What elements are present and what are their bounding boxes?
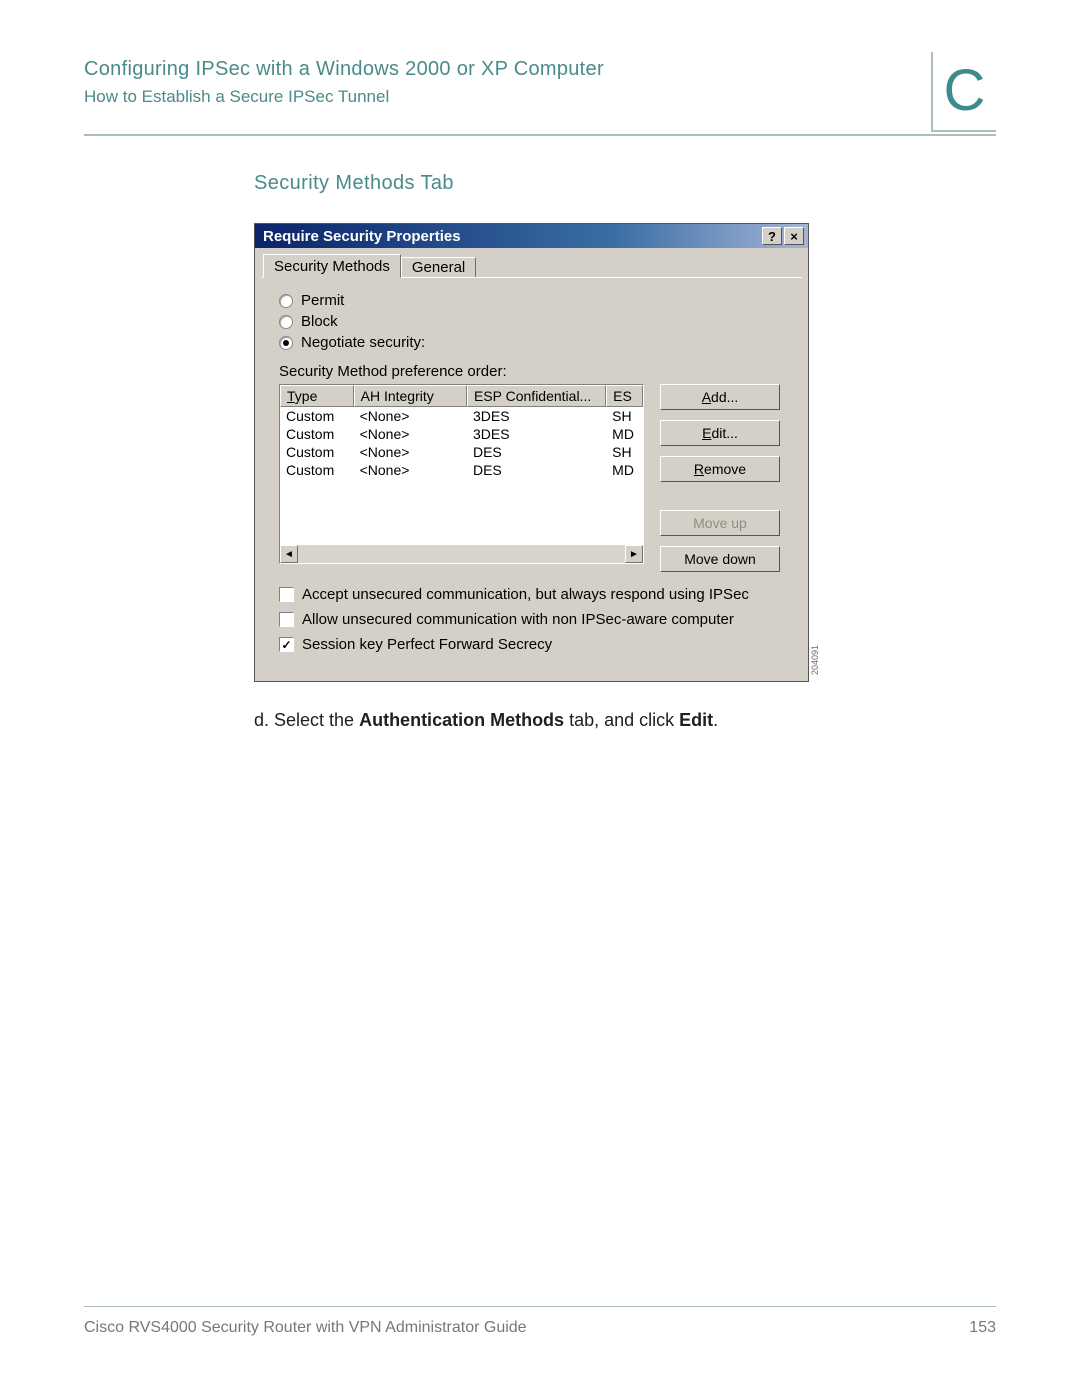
titlebar[interactable]: Require Security Properties ? × xyxy=(255,224,808,248)
radio-block[interactable]: Block xyxy=(279,313,788,330)
cell-type: Custom xyxy=(280,407,354,425)
cell-ah: <None> xyxy=(354,425,467,443)
methods-table[interactable]: Type AH Integrity ESP Confidential... ES… xyxy=(279,384,644,564)
radio-permit-label: Permit xyxy=(301,292,344,309)
cell-es: SH xyxy=(606,407,643,425)
scroll-left-icon[interactable]: ◄ xyxy=(280,545,298,563)
check-allow-unsecured[interactable]: Allow unsecured communication with non I… xyxy=(279,611,788,628)
scroll-right-icon[interactable]: ► xyxy=(625,545,643,563)
table-header: Type AH Integrity ESP Confidential... ES xyxy=(280,385,643,407)
cell-type: Custom xyxy=(280,425,354,443)
table-body: Custom <None> 3DES SH Custom <None> 3DES xyxy=(280,407,643,545)
radio-icon xyxy=(279,315,293,329)
radio-icon xyxy=(279,294,293,308)
appendix-box: C xyxy=(931,52,996,132)
radio-icon xyxy=(279,336,293,350)
figure-ref: 204091 xyxy=(810,645,820,675)
edit-button[interactable]: Edit... xyxy=(660,420,780,446)
col-es[interactable]: ES xyxy=(606,385,643,407)
cell-type: Custom xyxy=(280,443,354,461)
tab-general[interactable]: General xyxy=(401,257,476,277)
page-footer: Cisco RVS4000 Security Router with VPN A… xyxy=(84,1306,996,1337)
checkbox-icon xyxy=(279,637,294,652)
check-accept-unsecured[interactable]: Accept unsecured communication, but alwa… xyxy=(279,586,788,603)
table-row[interactable]: Custom <None> DES SH xyxy=(280,443,643,461)
footer-guide: Cisco RVS4000 Security Router with VPN A… xyxy=(84,1319,527,1337)
preference-order-label: Security Method preference order: xyxy=(279,363,788,380)
col-type[interactable]: Type xyxy=(280,385,354,407)
require-security-dialog: Require Security Properties ? × Security… xyxy=(254,223,809,682)
radio-negotiate-label: Negotiate security: xyxy=(301,334,425,351)
move-up-button: Move up xyxy=(660,510,780,536)
cell-esp: DES xyxy=(467,461,606,479)
checkbox-icon xyxy=(279,612,294,627)
instr-bold1: Authentication Methods xyxy=(359,710,564,730)
cell-es: SH xyxy=(606,443,643,461)
radio-block-label: Block xyxy=(301,313,338,330)
check-allow-label: Allow unsecured communication with non I… xyxy=(302,611,734,628)
h-scrollbar[interactable]: ◄ ► xyxy=(280,545,643,563)
instr-suffix: . xyxy=(713,710,718,730)
instr-bold2: Edit xyxy=(679,710,713,730)
cell-type: Custom xyxy=(280,461,354,479)
cell-esp: 3DES xyxy=(467,425,606,443)
page-subtitle: How to Establish a Secure IPSec Tunnel xyxy=(84,87,931,107)
check-session-pfs[interactable]: Session key Perfect Forward Secrecy xyxy=(279,636,788,653)
cell-es: MD xyxy=(606,461,643,479)
radio-negotiate[interactable]: Negotiate security: xyxy=(279,334,788,351)
cell-ah: <None> xyxy=(354,461,467,479)
table-row[interactable]: Custom <None> 3DES MD xyxy=(280,425,643,443)
instr-mid: tab, and click xyxy=(564,710,679,730)
remove-button[interactable]: Remove xyxy=(660,456,780,482)
checkbox-icon xyxy=(279,587,294,602)
add-button[interactable]: Add... xyxy=(660,384,780,410)
tab-pane: Permit Block Negotiate security: Securit… xyxy=(261,277,802,671)
cell-ah: <None> xyxy=(354,443,467,461)
instruction-d: d. Select the Authentication Methods tab… xyxy=(254,710,996,731)
cell-esp: DES xyxy=(467,443,606,461)
cell-esp: 3DES xyxy=(467,407,606,425)
cell-ah: <None> xyxy=(354,407,467,425)
instr-prefix: d. Select the xyxy=(254,710,359,730)
col-ah[interactable]: AH Integrity xyxy=(354,385,467,407)
dialog-title: Require Security Properties xyxy=(263,228,461,245)
table-row[interactable]: Custom <None> DES MD xyxy=(280,461,643,479)
header-divider xyxy=(84,134,996,136)
radio-permit[interactable]: Permit xyxy=(279,292,788,309)
check-accept-label: Accept unsecured communication, but alwa… xyxy=(302,586,749,603)
move-down-button[interactable]: Move down xyxy=(660,546,780,572)
page-title: Configuring IPSec with a Windows 2000 or… xyxy=(84,58,931,81)
tab-security-methods[interactable]: Security Methods xyxy=(263,254,401,278)
appendix-letter: C xyxy=(944,62,986,120)
help-icon[interactable]: ? xyxy=(762,227,782,245)
close-icon[interactable]: × xyxy=(784,227,804,245)
check-session-label: Session key Perfect Forward Secrecy xyxy=(302,636,552,653)
table-row[interactable]: Custom <None> 3DES SH xyxy=(280,407,643,425)
section-title: Security Methods Tab xyxy=(254,172,996,195)
col-esp[interactable]: ESP Confidential... xyxy=(467,385,606,407)
footer-page: 153 xyxy=(969,1319,996,1337)
cell-es: MD xyxy=(606,425,643,443)
